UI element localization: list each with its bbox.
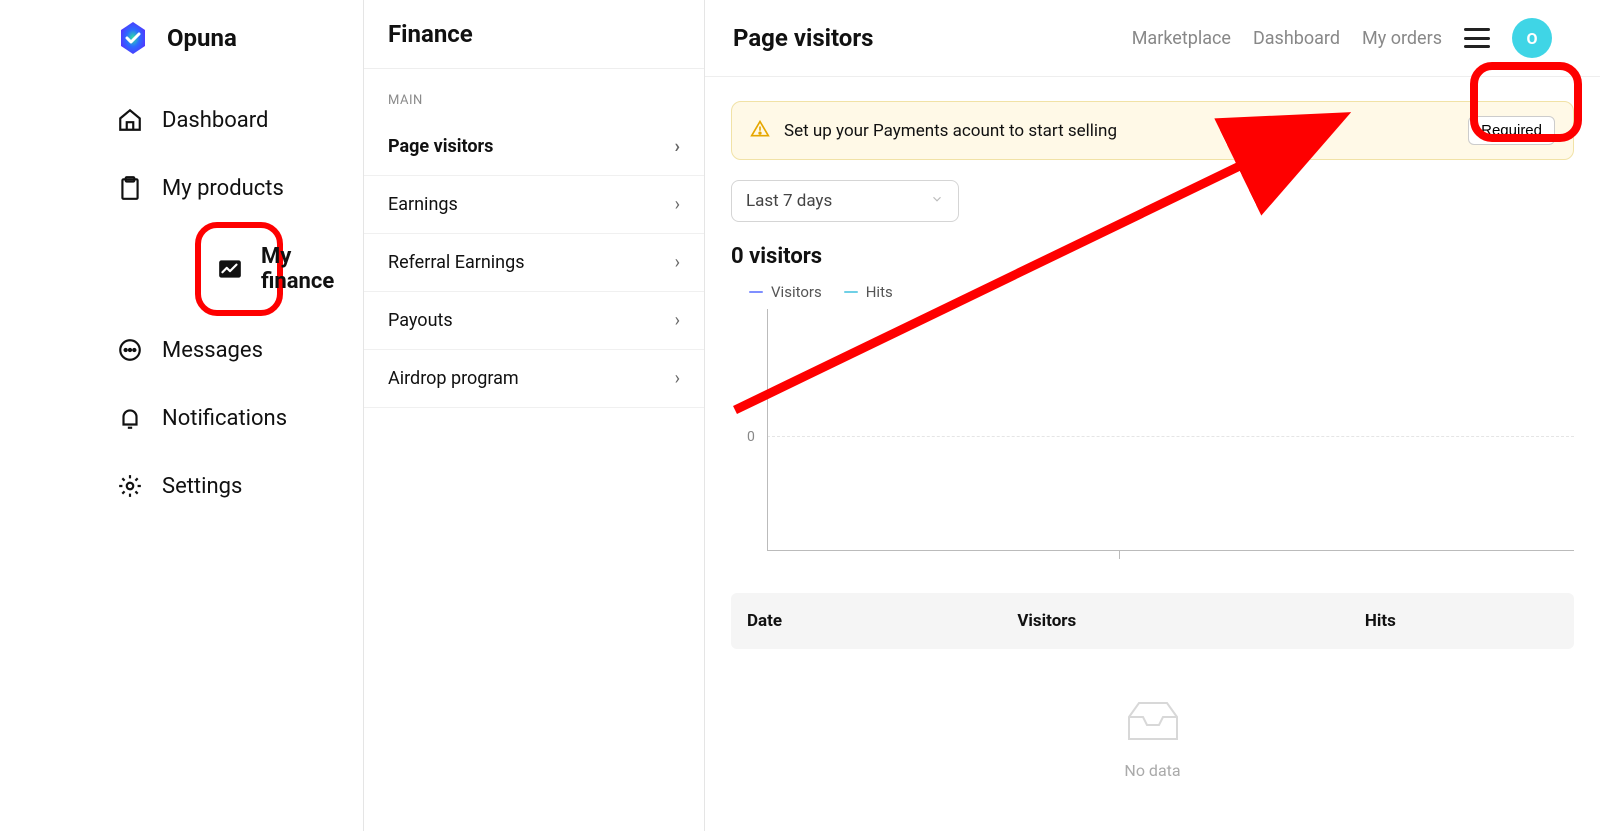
chevron-down-icon: [930, 191, 944, 211]
annotation-highlight-sidebar: My finance: [195, 222, 283, 316]
sidebar-item-label: Dashboard: [162, 108, 268, 133]
sidebar-item-label: Settings: [162, 474, 242, 499]
clipboard-icon: [116, 174, 144, 202]
chart-area: 0: [731, 309, 1574, 569]
chart-x-axis: [767, 550, 1574, 551]
chart-y-axis: [767, 309, 768, 551]
subnav-item-label: Airdrop program: [388, 368, 519, 389]
subnav-item-label: Earnings: [388, 194, 458, 215]
table-header: Date Visitors Hits: [731, 593, 1574, 649]
subnav-title: Finance: [364, 0, 704, 69]
chevron-right-icon: ›: [675, 194, 680, 215]
page-title: Page visitors: [733, 24, 873, 52]
no-data-label: No data: [1124, 761, 1180, 780]
legend-label: Visitors: [771, 283, 822, 301]
gear-icon: [116, 472, 144, 500]
nav-link-dashboard[interactable]: Dashboard: [1253, 28, 1340, 49]
chart-icon: [217, 255, 243, 283]
main-body: Set up your Payments acount to start sel…: [705, 77, 1600, 804]
bell-icon: [116, 404, 144, 432]
legend-label: Hits: [866, 283, 893, 301]
legend-item-hits: Hits: [844, 283, 893, 301]
chevron-right-icon: ›: [675, 310, 680, 331]
subnav-item-page-visitors[interactable]: Page visitors ›: [364, 118, 704, 176]
nav-list: Dashboard My products My finance: [0, 86, 363, 520]
table-col-date: Date: [747, 611, 1017, 631]
inbox-icon: [1125, 699, 1181, 747]
subnav-item-label: Referral Earnings: [388, 252, 525, 273]
table-col-visitors: Visitors: [1017, 611, 1365, 631]
required-button[interactable]: Required: [1468, 116, 1555, 145]
hamburger-menu-icon[interactable]: [1464, 28, 1490, 48]
subnav-panel: Finance MAIN Page visitors › Earnings › …: [363, 0, 705, 831]
header-right: Marketplace Dashboard My orders O: [1132, 18, 1552, 58]
subnav-item-referral-earnings[interactable]: Referral Earnings ›: [364, 234, 704, 292]
chart-gridline: [767, 436, 1574, 437]
subnav-item-label: Payouts: [388, 310, 453, 331]
sidebar-item-label: My products: [162, 176, 284, 201]
sidebar-item-settings[interactable]: Settings: [100, 452, 363, 520]
sidebar-item-label: Notifications: [162, 406, 287, 431]
sidebar-item-dashboard[interactable]: Dashboard: [100, 86, 363, 154]
main-panel: Page visitors Marketplace Dashboard My o…: [705, 0, 1600, 831]
sidebar-item-notifications[interactable]: Notifications: [100, 384, 363, 452]
avatar[interactable]: O: [1512, 18, 1552, 58]
nav-link-my-orders[interactable]: My orders: [1362, 28, 1442, 49]
payments-alert: Set up your Payments acount to start sel…: [731, 101, 1574, 160]
nav-link-marketplace[interactable]: Marketplace: [1132, 28, 1231, 49]
subnav-item-earnings[interactable]: Earnings ›: [364, 176, 704, 234]
subnav-item-payouts[interactable]: Payouts ›: [364, 292, 704, 350]
warning-icon: [750, 119, 770, 143]
logo-icon: [115, 20, 151, 56]
date-range-dropdown[interactable]: Last 7 days: [731, 180, 959, 222]
sidebar-item-finance[interactable]: My finance: [201, 228, 277, 310]
subnav-section-label: MAIN: [364, 69, 704, 118]
legend-dash-icon: [749, 291, 763, 293]
subnav-item-airdrop[interactable]: Airdrop program ›: [364, 350, 704, 408]
sidebar-item-products[interactable]: My products: [100, 154, 363, 222]
sidebar: Opuna Dashboard My products: [0, 0, 363, 831]
logo[interactable]: Opuna: [0, 20, 363, 86]
subnav-item-label: Page visitors: [388, 136, 493, 157]
chevron-right-icon: ›: [675, 368, 680, 389]
dropdown-selected: Last 7 days: [746, 191, 832, 211]
chat-icon: [116, 336, 144, 364]
y-axis-tick: 0: [747, 429, 755, 445]
legend-dash-icon: [844, 291, 858, 293]
legend-item-visitors: Visitors: [749, 283, 822, 301]
chart-legend: Visitors Hits: [731, 283, 1574, 301]
brand-name: Opuna: [167, 24, 237, 52]
chart-x-tick: [1119, 551, 1120, 559]
table-col-hits: Hits: [1365, 611, 1558, 631]
alert-text: Set up your Payments acount to start sel…: [784, 121, 1454, 141]
chevron-right-icon: ›: [675, 252, 680, 273]
chevron-right-icon: ›: [675, 136, 680, 157]
home-icon: [116, 106, 144, 134]
sidebar-item-label: My finance: [261, 244, 334, 294]
sidebar-item-messages[interactable]: Messages: [100, 316, 363, 384]
no-data-state: No data: [731, 699, 1574, 780]
main-header: Page visitors Marketplace Dashboard My o…: [705, 0, 1600, 77]
sidebar-item-label: Messages: [162, 338, 263, 363]
visitors-heading: 0 visitors: [731, 244, 1574, 269]
